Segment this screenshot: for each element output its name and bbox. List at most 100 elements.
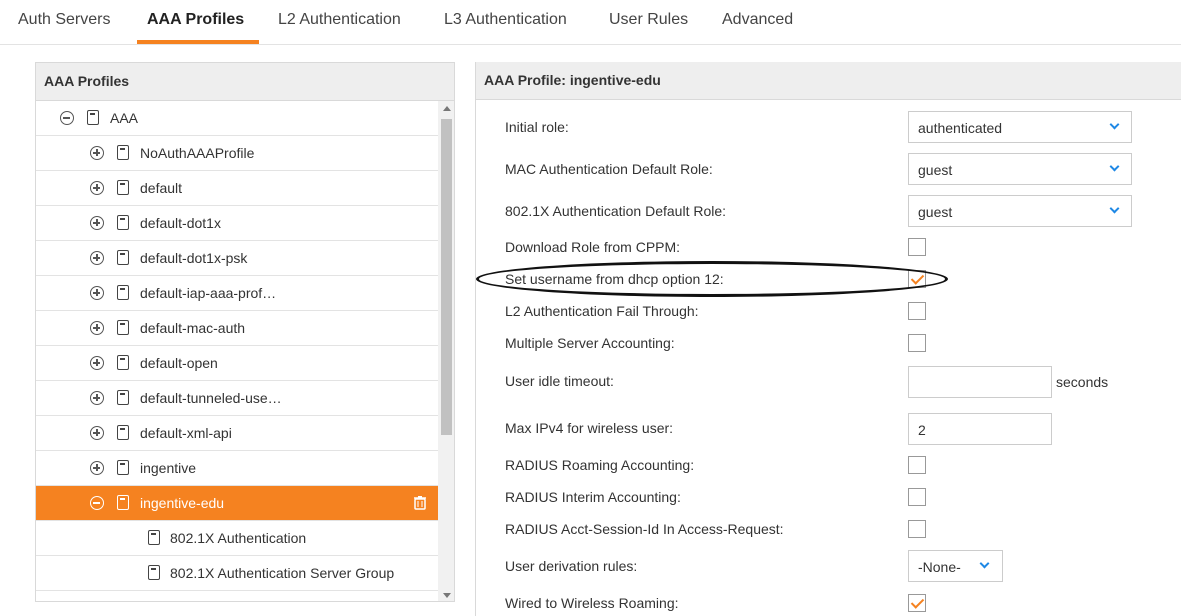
profile-icon [148, 530, 160, 545]
user-idle-timeout-label: User idle timeout: [505, 373, 614, 389]
trash-icon[interactable] [414, 496, 426, 510]
initial-role-label: Initial role: [505, 119, 569, 135]
tree-item[interactable]: default-dot1x-psk [36, 241, 438, 276]
tree-item-label: default-xml-api [140, 425, 232, 441]
tree-item-label: ingentive [140, 460, 197, 476]
tree-item[interactable]: ingentive-edu [36, 486, 438, 521]
multiple-server-accounting-checkbox[interactable] [908, 334, 926, 352]
expand-icon[interactable] [90, 251, 104, 265]
tree-item-label: AAA [110, 110, 139, 126]
tab-aaa-profiles[interactable]: AAA Profiles [147, 11, 244, 29]
tree-item[interactable]: default-open [36, 346, 438, 381]
tree-item[interactable]: 802.1X Authentication Server Group [36, 556, 438, 591]
profile-icon [117, 425, 129, 440]
tab-l3-authentication[interactable]: L3 Authentication [444, 11, 567, 29]
tab-user-rules[interactable]: User Rules [609, 11, 688, 29]
max-ipv4-input[interactable]: 2 [908, 413, 1052, 445]
expand-icon[interactable] [90, 216, 104, 230]
user-derivation-label: User derivation rules: [505, 558, 638, 574]
profile-icon [117, 390, 129, 405]
multiple-server-accounting-label: Multiple Server Accounting: [505, 335, 675, 351]
profile-icon [87, 110, 99, 125]
profile-icon [117, 355, 129, 370]
scroll-down-icon[interactable] [443, 593, 451, 598]
radius-session-id-checkbox[interactable] [908, 520, 926, 538]
tree-item[interactable]: 802.1X Authentication [36, 521, 438, 556]
expand-icon[interactable] [90, 181, 104, 195]
tree-item[interactable]: default-iap-aaa-prof… [36, 276, 438, 311]
wired-roaming-label: Wired to Wireless Roaming: [505, 595, 679, 611]
radius-roaming-checkbox[interactable] [908, 456, 926, 474]
scroll-up-icon[interactable] [443, 106, 451, 111]
tree-item-label: default-dot1x-psk [140, 250, 248, 266]
scroll-thumb[interactable] [441, 119, 452, 435]
tree-item[interactable]: ingentive [36, 451, 438, 486]
chevron-down-icon [979, 558, 990, 569]
tree-item[interactable]: default-xml-api [36, 416, 438, 451]
dot1x-default-role-label: 802.1X Authentication Default Role: [505, 203, 727, 219]
collapse-icon[interactable] [90, 496, 104, 510]
tab-auth-servers[interactable]: Auth Servers [18, 11, 110, 29]
aaa-profiles-panel: AAA Profiles AAA NoAuthAAAProfile default d… [35, 62, 455, 602]
tree-item-label: default-mac-auth [140, 320, 246, 336]
tree-item[interactable]: default-mac-auth [36, 311, 438, 346]
tree-item-label: default-iap-aaa-prof… [140, 285, 277, 301]
dot1x-default-role-select[interactable]: guest [908, 195, 1132, 227]
expand-icon[interactable] [90, 286, 104, 300]
expand-icon[interactable] [90, 146, 104, 160]
tree-item[interactable]: default [36, 171, 438, 206]
download-role-cppm-label: Download Role from CPPM: [505, 239, 681, 255]
tree-item-label: default-open [140, 355, 218, 371]
tree-item-label: 802.1X Authentication [170, 530, 307, 546]
tree-item[interactable]: default-dot1x [36, 206, 438, 241]
download-role-cppm-checkbox[interactable] [908, 238, 926, 256]
username-dhcp12-checkbox[interactable] [908, 270, 926, 288]
profile-icon [117, 320, 129, 335]
expand-icon[interactable] [90, 391, 104, 405]
user-idle-timeout-input[interactable] [908, 366, 1052, 398]
radius-roaming-label: RADIUS Roaming Accounting: [505, 457, 695, 473]
profile-icon [117, 495, 129, 510]
max-ipv4-label: Max IPv4 for wireless user: [505, 420, 674, 436]
tree-item-label: 802.1X Authentication Server Group [170, 565, 395, 581]
tree-item-label: default-dot1x [140, 215, 221, 231]
tab-bar: Auth Servers AAA Profiles L2 Authenticat… [0, 0, 1181, 45]
tree-item[interactable]: NoAuthAAAProfile [36, 136, 438, 171]
profile-tree: AAA NoAuthAAAProfile default default-dot1x d… [36, 101, 438, 591]
username-dhcp12-label: Set username from dhcp option 12: [505, 271, 724, 287]
chevron-down-icon [1109, 119, 1120, 130]
detail-title: AAA Profile: ingentive-edu [476, 62, 1181, 100]
expand-icon[interactable] [90, 321, 104, 335]
mac-default-role-select[interactable]: guest [908, 153, 1132, 185]
chevron-down-icon [1109, 161, 1120, 172]
collapse-icon[interactable] [60, 111, 74, 125]
profile-icon [117, 215, 129, 230]
tab-l2-authentication[interactable]: L2 Authentication [278, 11, 401, 29]
user-derivation-select[interactable]: -None- [908, 550, 1003, 582]
profile-icon [117, 250, 129, 265]
dot1x-default-role-value: guest [918, 204, 953, 220]
initial-role-value: authenticated [918, 120, 1003, 136]
initial-role-select[interactable]: authenticated [908, 111, 1132, 143]
tree-item[interactable]: default-tunneled-use… [36, 381, 438, 416]
l2-fail-through-label: L2 Authentication Fail Through: [505, 303, 699, 319]
tree-scrollbar[interactable] [438, 101, 454, 601]
profile-icon [117, 285, 129, 300]
expand-icon[interactable] [90, 461, 104, 475]
chevron-down-icon [1109, 203, 1120, 214]
panel-title: AAA Profiles [36, 63, 454, 101]
radius-interim-checkbox[interactable] [908, 488, 926, 506]
mac-default-role-value: guest [918, 162, 953, 178]
expand-icon[interactable] [90, 426, 104, 440]
expand-icon[interactable] [90, 356, 104, 370]
profile-icon [117, 460, 129, 475]
tab-advanced[interactable]: Advanced [722, 11, 793, 29]
tree-item[interactable]: AAA [36, 101, 438, 136]
active-tab-indicator [137, 40, 259, 44]
wired-roaming-checkbox[interactable] [908, 594, 926, 612]
profile-icon [117, 145, 129, 160]
radius-interim-label: RADIUS Interim Accounting: [505, 489, 681, 505]
l2-fail-through-checkbox[interactable] [908, 302, 926, 320]
profile-icon [148, 565, 160, 580]
tree-item-label: default [140, 180, 183, 196]
